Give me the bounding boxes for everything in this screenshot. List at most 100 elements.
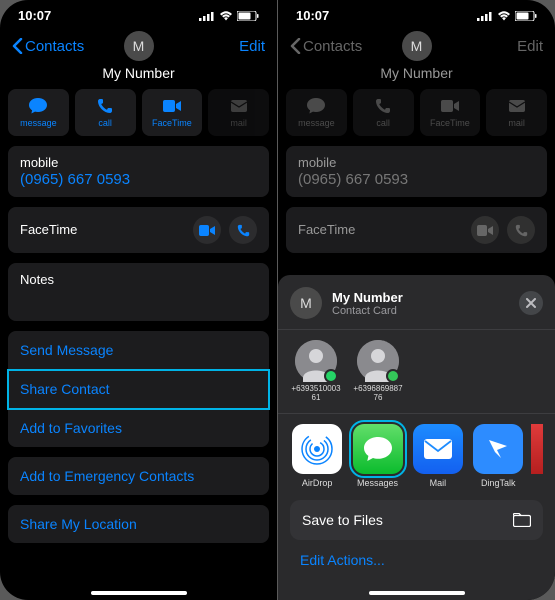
share-title: My Number bbox=[332, 290, 519, 305]
contact-name: My Number bbox=[278, 63, 555, 89]
share-header: M My Number Contact Card bbox=[278, 285, 555, 329]
status-icons bbox=[199, 11, 259, 21]
home-indicator[interactable] bbox=[369, 591, 465, 595]
edit-button[interactable]: Edit bbox=[239, 38, 265, 55]
message-button[interactable]: message bbox=[8, 89, 69, 136]
call-button[interactable]: call bbox=[75, 89, 136, 136]
mail-icon bbox=[508, 97, 526, 115]
share-sheet: M My Number Contact Card +639351000361 bbox=[278, 275, 555, 600]
avatar[interactable]: M bbox=[124, 31, 154, 61]
status-bar: 10:07 bbox=[0, 0, 277, 27]
person-icon bbox=[357, 340, 399, 382]
close-button[interactable] bbox=[519, 291, 543, 315]
message-icon bbox=[306, 97, 326, 115]
facetime-button[interactable]: FaceTime bbox=[142, 89, 203, 136]
video-icon bbox=[440, 97, 460, 115]
phone-label: mobile bbox=[298, 155, 535, 170]
message-label: message bbox=[298, 118, 335, 128]
dingtalk-icon bbox=[473, 424, 523, 474]
divider bbox=[278, 413, 555, 414]
edit-actions[interactable]: Edit Actions... bbox=[278, 548, 555, 572]
app-partial[interactable] bbox=[531, 424, 543, 488]
edit-button: Edit bbox=[517, 38, 543, 55]
video-icon bbox=[199, 225, 215, 236]
battery-icon bbox=[515, 11, 537, 21]
mail-button: mail bbox=[486, 89, 547, 136]
messages-app[interactable]: Messages bbox=[350, 424, 404, 488]
link-list-2: Add to Emergency Contacts bbox=[8, 457, 269, 495]
phone-icon bbox=[515, 224, 528, 237]
phone-icon bbox=[97, 97, 113, 115]
battery-icon bbox=[237, 11, 259, 21]
status-bar: 10:07 bbox=[278, 0, 555, 27]
contact-suggestion-1[interactable]: +639351000361 bbox=[290, 340, 342, 403]
actions-row: message call FaceTime mail bbox=[278, 89, 555, 146]
message-button: message bbox=[286, 89, 347, 136]
facetime-video-button bbox=[471, 216, 499, 244]
share-subtitle: Contact Card bbox=[332, 305, 519, 317]
facetime-label: FaceTime bbox=[430, 118, 470, 128]
facetime-card-label: FaceTime bbox=[298, 222, 355, 237]
mail-button: mail bbox=[208, 89, 269, 136]
chevron-left-icon bbox=[290, 38, 301, 54]
app-icon bbox=[531, 424, 543, 474]
mail-app[interactable]: Mail bbox=[411, 424, 465, 488]
mail-label: mail bbox=[230, 118, 247, 128]
add-emergency-link[interactable]: Add to Emergency Contacts bbox=[8, 457, 269, 495]
notes-label: Notes bbox=[20, 272, 257, 287]
contact-name: My Number bbox=[0, 63, 277, 89]
wifi-icon bbox=[219, 11, 233, 21]
share-contact-link[interactable]: Share Contact bbox=[8, 370, 269, 409]
avatar: M bbox=[402, 31, 432, 61]
call-label: call bbox=[98, 118, 112, 128]
phone-card: mobile (0965) 667 0593 bbox=[286, 146, 547, 197]
link-list-3: Share My Location bbox=[8, 505, 269, 543]
messages-badge-icon bbox=[386, 369, 400, 383]
status-time: 10:07 bbox=[296, 8, 329, 23]
phone-card[interactable]: mobile (0965) 667 0593 bbox=[8, 146, 269, 197]
airdrop-icon bbox=[292, 424, 342, 474]
folder-icon bbox=[513, 513, 531, 527]
whatsapp-badge-icon bbox=[324, 369, 338, 383]
contact-suggestions: +639351000361 +639686988776 bbox=[278, 340, 555, 413]
contact-label: +639351000361 bbox=[290, 385, 342, 403]
notes-card[interactable]: Notes bbox=[8, 263, 269, 321]
back-button[interactable]: Contacts bbox=[12, 38, 84, 55]
phone-icon bbox=[375, 97, 391, 115]
home-indicator[interactable] bbox=[91, 591, 187, 595]
back-label: Contacts bbox=[25, 38, 84, 55]
contact-suggestion-2[interactable]: +639686988776 bbox=[352, 340, 404, 403]
nav-bar: Contacts M Edit bbox=[0, 27, 277, 63]
phone-label: mobile bbox=[20, 155, 257, 170]
link-list-1: Send Message Share Contact Add to Favori… bbox=[8, 331, 269, 447]
video-icon bbox=[477, 225, 493, 236]
back-button: Contacts bbox=[290, 38, 362, 55]
facetime-audio-button bbox=[507, 216, 535, 244]
status-icons bbox=[477, 11, 537, 21]
airdrop-app[interactable]: AirDrop bbox=[290, 424, 344, 488]
app-label: DingTalk bbox=[481, 478, 516, 488]
close-icon bbox=[526, 298, 536, 308]
contact-label: +639686988776 bbox=[352, 385, 404, 403]
status-time: 10:07 bbox=[18, 8, 51, 23]
mail-icon bbox=[230, 97, 248, 115]
add-favorites-link[interactable]: Add to Favorites bbox=[8, 409, 269, 447]
dingtalk-app[interactable]: DingTalk bbox=[471, 424, 525, 488]
facetime-video-button[interactable] bbox=[193, 216, 221, 244]
send-message-link[interactable]: Send Message bbox=[8, 331, 269, 370]
phone-icon bbox=[237, 224, 250, 237]
mail-app-icon bbox=[413, 424, 463, 474]
save-to-files[interactable]: Save to Files bbox=[290, 500, 543, 540]
facetime-card: FaceTime bbox=[8, 207, 269, 253]
nav-bar: Contacts M Edit bbox=[278, 27, 555, 63]
divider bbox=[278, 329, 555, 330]
person-icon bbox=[295, 340, 337, 382]
phone-left: 10:07 Contacts M Edit My Number message bbox=[0, 0, 277, 600]
app-label: Mail bbox=[430, 478, 447, 488]
wifi-icon bbox=[497, 11, 511, 21]
video-icon bbox=[162, 97, 182, 115]
share-location-link[interactable]: Share My Location bbox=[8, 505, 269, 543]
app-row: AirDrop Messages Mail DingTalk bbox=[278, 424, 555, 500]
facetime-audio-button[interactable] bbox=[229, 216, 257, 244]
call-button: call bbox=[353, 89, 414, 136]
